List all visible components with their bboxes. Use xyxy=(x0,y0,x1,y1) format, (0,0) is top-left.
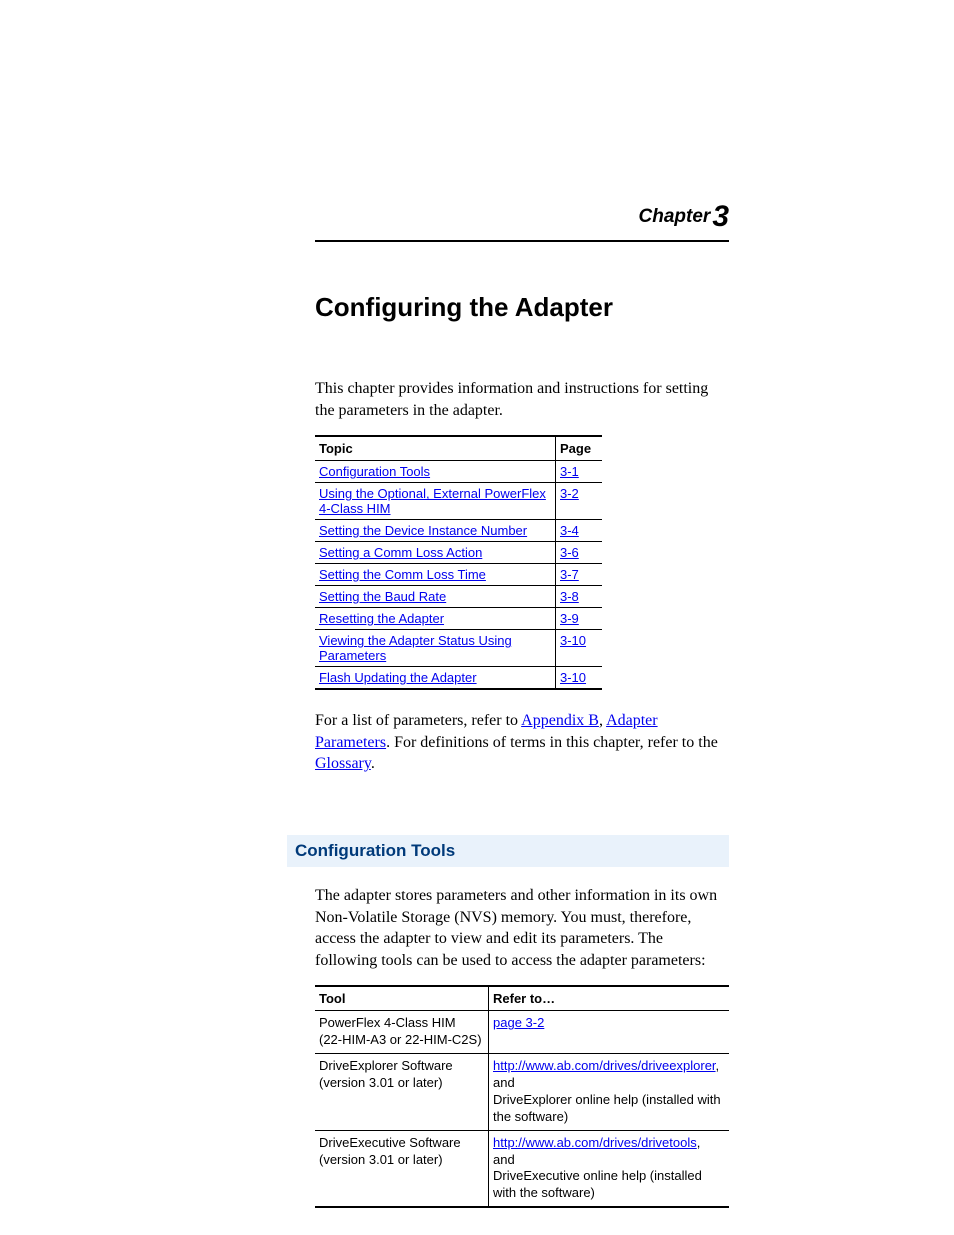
text: . xyxy=(371,755,375,772)
table-row: Configuration Tools 3-1 xyxy=(315,461,602,483)
page-link[interactable]: 3-7 xyxy=(560,567,579,582)
table-row: Setting the Baud Rate 3-8 xyxy=(315,586,602,608)
tool-cell: DriveExplorer Software (version 3.01 or … xyxy=(315,1054,489,1131)
table-row: DriveExplorer Software (version 3.01 or … xyxy=(315,1054,729,1131)
topic-link[interactable]: Configuration Tools xyxy=(319,464,430,479)
refer-cell: page 3-2 xyxy=(489,1011,730,1054)
tool-detail: (version 3.01 or later) xyxy=(319,1152,443,1167)
table-row: Resetting the Adapter 3-9 xyxy=(315,608,602,630)
page-link[interactable]: 3-4 xyxy=(560,523,579,538)
header-tool: Tool xyxy=(315,986,489,1011)
table-header-row: Topic Page xyxy=(315,436,602,461)
table-row: PowerFlex 4-Class HIM (22-HIM-A3 or 22-H… xyxy=(315,1011,729,1054)
page-link[interactable]: 3-2 xyxy=(560,486,579,501)
table-row: Setting a Comm Loss Action 3-6 xyxy=(315,542,602,564)
page: Chapter3 Configuring the Adapter This ch… xyxy=(0,0,954,1235)
topic-link[interactable]: Setting the Device Instance Number xyxy=(319,523,527,538)
topic-link[interactable]: Viewing the Adapter Status Using Paramet… xyxy=(319,633,512,663)
appendix-b-link[interactable]: Appendix B xyxy=(521,712,599,729)
table-header-row: Tool Refer to… xyxy=(315,986,729,1011)
intro-paragraph: This chapter provides information and in… xyxy=(315,378,729,421)
tools-table: Tool Refer to… PowerFlex 4-Class HIM (22… xyxy=(315,985,729,1208)
refer-detail: DriveExecutive online help (installed wi… xyxy=(493,1168,702,1200)
topic-link[interactable]: Setting a Comm Loss Action xyxy=(319,545,482,560)
table-row: DriveExecutive Software (version 3.01 or… xyxy=(315,1130,729,1207)
refer-cell: http://www.ab.com/drives/drivetools, and… xyxy=(489,1130,730,1207)
page-ref-link[interactable]: page 3-2 xyxy=(493,1015,544,1030)
page-title: Configuring the Adapter xyxy=(315,292,729,323)
topic-link[interactable]: Resetting the Adapter xyxy=(319,611,444,626)
drivetools-link[interactable]: http://www.ab.com/drives/drivetools xyxy=(493,1135,697,1150)
chapter-number: 3 xyxy=(712,200,729,233)
refer-detail: DriveExplorer online help (installed wit… xyxy=(493,1092,721,1124)
text: , xyxy=(599,712,606,729)
text: . For definitions of terms in this chapt… xyxy=(386,734,718,751)
section-paragraph: The adapter stores parameters and other … xyxy=(315,885,729,971)
tool-cell: DriveExecutive Software (version 3.01 or… xyxy=(315,1130,489,1207)
header-topic: Topic xyxy=(315,436,556,461)
page-link[interactable]: 3-10 xyxy=(560,633,586,648)
topics-table: Topic Page Configuration Tools 3-1 Using … xyxy=(315,435,602,690)
tool-detail: (22-HIM-A3 or 22-HIM-C2S) xyxy=(319,1032,482,1047)
chapter-label: Chapter xyxy=(639,206,711,227)
header-page: Page xyxy=(556,436,603,461)
page-link[interactable]: 3-1 xyxy=(560,464,579,479)
driveexplorer-link[interactable]: http://www.ab.com/drives/driveexplorer xyxy=(493,1058,716,1073)
tool-name: PowerFlex 4-Class HIM xyxy=(319,1015,456,1030)
table-row: Setting the Comm Loss Time 3-7 xyxy=(315,564,602,586)
page-link[interactable]: 3-6 xyxy=(560,545,579,560)
table-row: Setting the Device Instance Number 3-4 xyxy=(315,520,602,542)
section-heading-configuration-tools: Configuration Tools xyxy=(287,835,729,867)
text: For a list of parameters, refer to xyxy=(315,712,521,729)
tool-name: DriveExplorer Software xyxy=(319,1058,453,1073)
refer-cell: http://www.ab.com/drives/driveexplorer, … xyxy=(489,1054,730,1131)
topic-link[interactable]: Flash Updating the Adapter xyxy=(319,670,477,685)
table-row: Using the Optional, External PowerFlex 4… xyxy=(315,483,602,520)
table-row: Viewing the Adapter Status Using Paramet… xyxy=(315,630,602,667)
chapter-header: Chapter3 xyxy=(315,200,729,242)
references-paragraph: For a list of parameters, refer to Appen… xyxy=(315,710,729,775)
topic-link[interactable]: Setting the Baud Rate xyxy=(319,589,446,604)
tool-name: DriveExecutive Software xyxy=(319,1135,461,1150)
table-row: Flash Updating the Adapter 3-10 xyxy=(315,667,602,690)
page-link[interactable]: 3-10 xyxy=(560,670,586,685)
glossary-link[interactable]: Glossary xyxy=(315,755,371,772)
header-refer: Refer to… xyxy=(489,986,730,1011)
topic-link[interactable]: Setting the Comm Loss Time xyxy=(319,567,486,582)
tool-cell: PowerFlex 4-Class HIM (22-HIM-A3 or 22-H… xyxy=(315,1011,489,1054)
topic-link[interactable]: Using the Optional, External PowerFlex 4… xyxy=(319,486,546,516)
page-link[interactable]: 3-8 xyxy=(560,589,579,604)
tool-detail: (version 3.01 or later) xyxy=(319,1075,443,1090)
page-link[interactable]: 3-9 xyxy=(560,611,579,626)
